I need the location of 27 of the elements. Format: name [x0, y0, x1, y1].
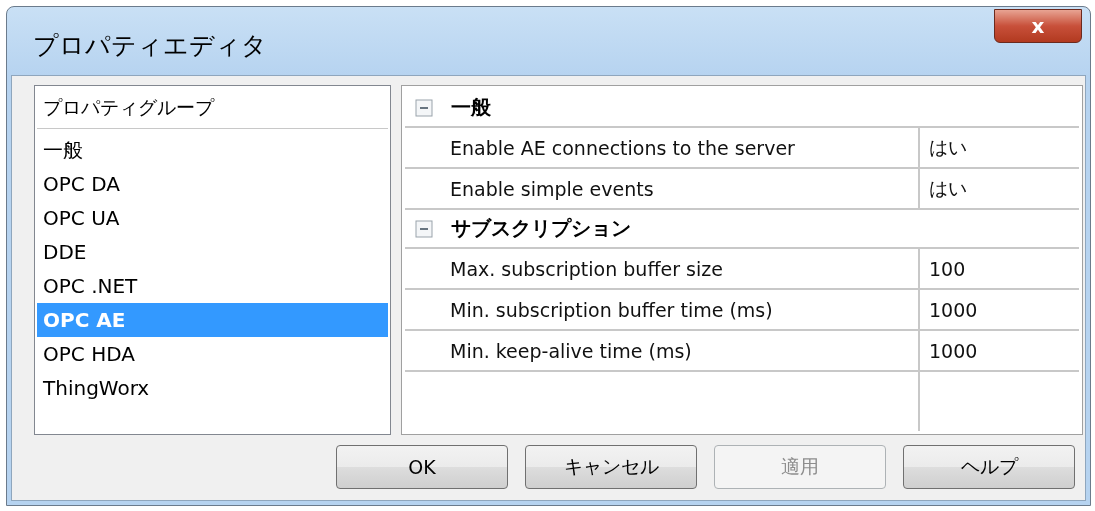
list-header: プロパティグループ — [37, 88, 388, 129]
property-name: Max. subscription buffer size — [405, 249, 920, 288]
window-title: プロパティエディタ — [33, 30, 267, 62]
property-name: Min. subscription buffer time (ms) — [405, 290, 920, 329]
list-item[interactable]: ThingWorx — [37, 371, 388, 405]
property-value[interactable]: はい — [920, 169, 1079, 208]
property-value[interactable]: 1000 — [920, 290, 1079, 329]
property-value[interactable]: はい — [920, 128, 1079, 167]
collapse-icon[interactable] — [415, 98, 433, 117]
collapse-icon[interactable] — [415, 219, 433, 238]
list-item[interactable]: OPC HDA — [37, 337, 388, 371]
property-name: Enable AE connections to the server — [405, 128, 920, 167]
list-item[interactable]: OPC DA — [37, 167, 388, 201]
property-name: Enable simple events — [405, 169, 920, 208]
list-item[interactable]: OPC UA — [37, 201, 388, 235]
property-value[interactable]: 1000 — [920, 331, 1079, 370]
dialog-button[interactable]: キャンセル — [525, 445, 697, 489]
list-item[interactable]: OPC .NET — [37, 269, 388, 303]
close-button[interactable]: x — [994, 9, 1082, 43]
dialog-button[interactable]: ヘルプ — [903, 445, 1075, 489]
list-item[interactable]: 一般 — [37, 133, 388, 167]
category-label: 一般 — [451, 94, 491, 121]
category-label: サブスクリプション — [451, 215, 631, 242]
list-item[interactable]: DDE — [37, 235, 388, 269]
property-name: Min. keep-alive time (ms) — [405, 331, 920, 370]
property-value[interactable]: 100 — [920, 249, 1079, 288]
dialog-button[interactable]: OK — [336, 445, 508, 489]
